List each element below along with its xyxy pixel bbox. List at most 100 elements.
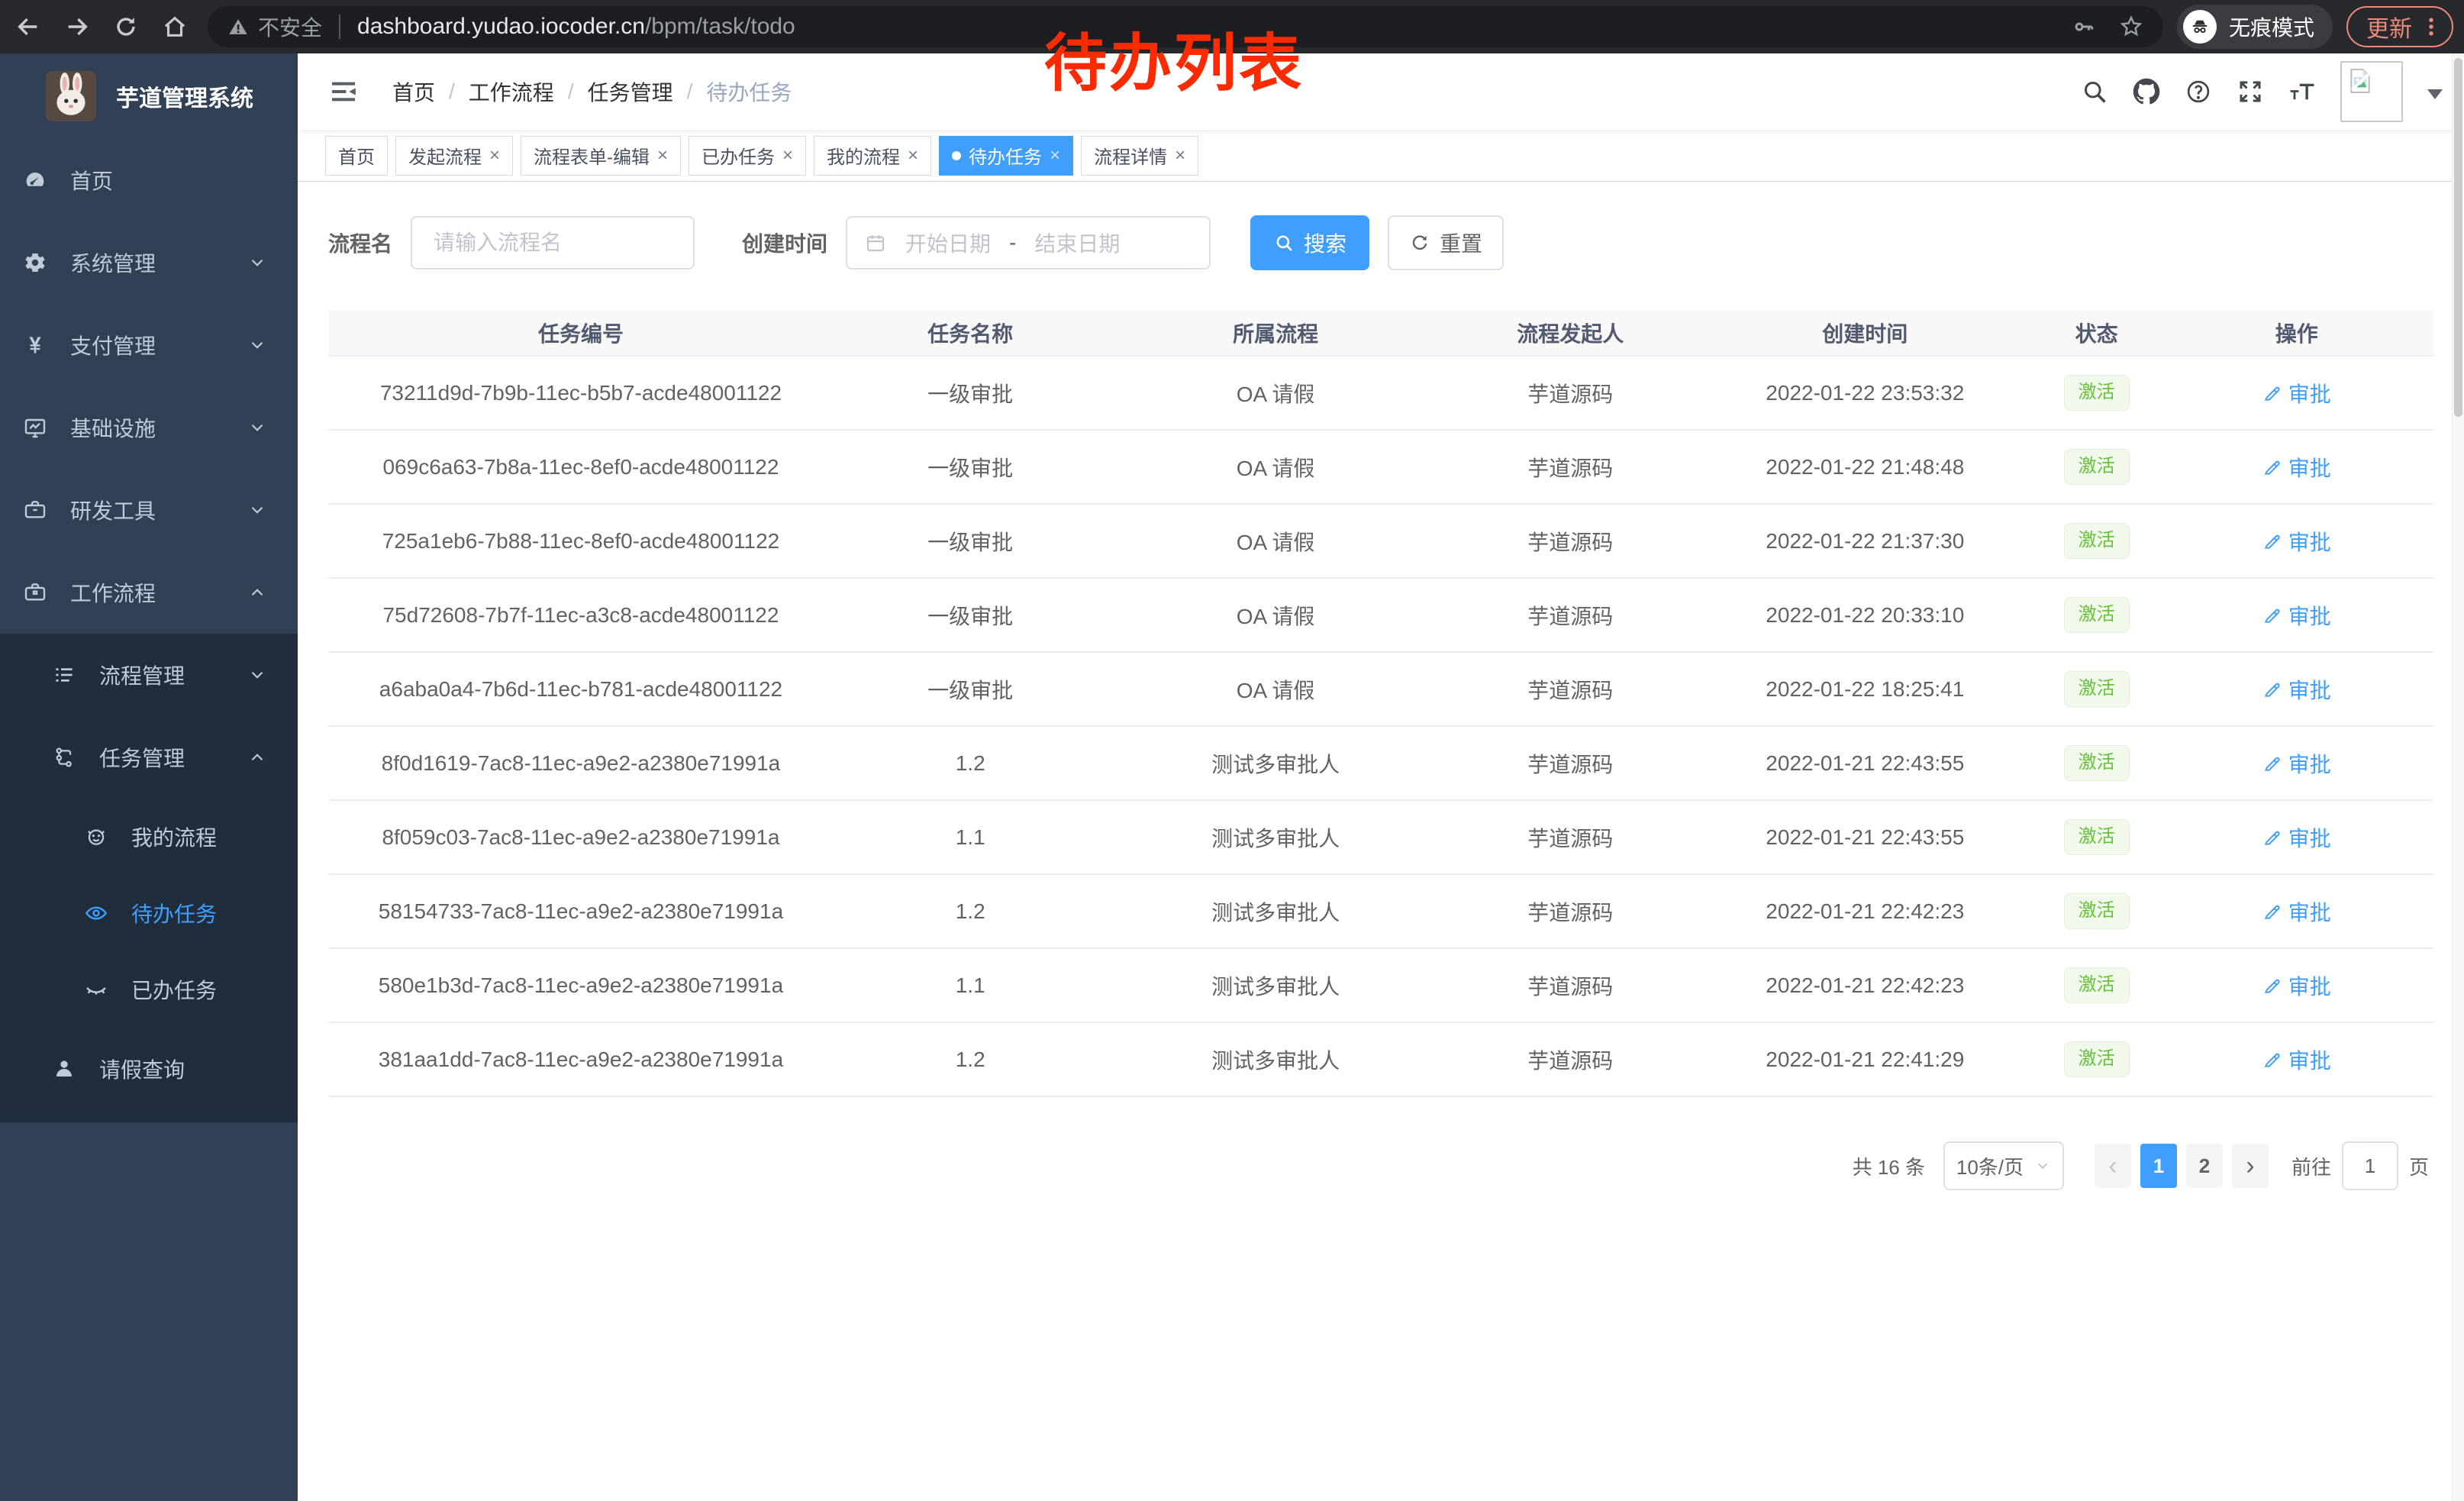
sidebar-item-flow-list[interactable]: 流程管理 xyxy=(0,634,298,716)
tab-close-icon[interactable]: × xyxy=(1050,147,1060,165)
scrollbar-thumb[interactable] xyxy=(2454,58,2462,417)
cell-created: 2022-01-22 18:25:41 xyxy=(1697,652,2033,726)
cell-process: 测试多审批人 xyxy=(1107,948,1443,1022)
tab-close-icon[interactable]: × xyxy=(657,147,668,165)
sidebar-item-eye[interactable]: 待办任务 xyxy=(0,875,298,951)
prev-page-button[interactable]: ‹ xyxy=(2095,1144,2131,1188)
table-row: 8f0d1619-7ac8-11ec-a9e2-a2380e71991a 1.2… xyxy=(328,726,2433,800)
approve-link[interactable]: 审批 xyxy=(2262,748,2331,779)
table-row: 58154733-7ac8-11ec-a9e2-a2380e71991a 1.2… xyxy=(328,874,2433,948)
goto-page-input[interactable] xyxy=(2342,1141,2398,1190)
avatar-caret-icon[interactable] xyxy=(2427,89,2443,107)
bookmark-star-icon[interactable] xyxy=(2119,15,2143,39)
search-icon[interactable] xyxy=(2081,78,2108,105)
cell-created: 2022-01-21 22:41:29 xyxy=(1697,1022,2033,1096)
sidebar-item-monitor[interactable]: 基础设施 xyxy=(0,386,298,469)
process-name-input[interactable] xyxy=(411,216,695,270)
logo-avatar xyxy=(46,71,96,121)
tab-5[interactable]: 我的流程 × xyxy=(814,136,931,176)
approve-link[interactable]: 审批 xyxy=(2262,600,2331,631)
sidebar-item-eye-closed[interactable]: 已办任务 xyxy=(0,951,298,1028)
approve-link[interactable]: 审批 xyxy=(2262,1044,2331,1075)
approve-link[interactable]: 审批 xyxy=(2262,452,2331,483)
cell-starter: 芋道源码 xyxy=(1444,504,1697,578)
breadcrumb-item[interactable]: 任务管理 xyxy=(588,76,673,107)
approve-link[interactable]: 审批 xyxy=(2262,674,2331,705)
page-button-2[interactable]: 2 xyxy=(2186,1144,2223,1188)
cell-process: 测试多审批人 xyxy=(1107,874,1443,948)
page-size-select[interactable]: 10条/页 xyxy=(1943,1141,2064,1190)
cell-task-id: 58154733-7ac8-11ec-a9e2-a2380e71991a xyxy=(328,874,834,948)
approve-link[interactable]: 审批 xyxy=(2262,896,2331,927)
sidebar-item-yen[interactable]: 支付管理 xyxy=(0,304,298,386)
status-badge: 激活 xyxy=(2064,523,2130,558)
sidebar-item-user[interactable]: 请假查询 xyxy=(0,1028,298,1110)
next-page-button[interactable]: › xyxy=(2232,1144,2269,1188)
sidebar-item-gear[interactable]: 系统管理 xyxy=(0,221,298,304)
hamburger-icon[interactable] xyxy=(328,76,359,107)
cell-starter: 芋道源码 xyxy=(1444,356,1697,430)
browser-menu-kebab-icon[interactable] xyxy=(2420,15,2443,38)
tab-close-icon[interactable]: × xyxy=(782,147,793,165)
sidebar-item-toolbox[interactable]: 研发工具 xyxy=(0,469,298,551)
tab-close-icon[interactable]: × xyxy=(489,147,500,165)
cell-process: OA 请假 xyxy=(1107,430,1443,504)
tab-close-icon[interactable]: × xyxy=(1175,147,1185,165)
search-button[interactable]: 搜索 xyxy=(1250,215,1369,270)
tab-7[interactable]: 流程详情 × xyxy=(1081,136,1198,176)
sidebar-item-task-tree[interactable]: 任务管理 xyxy=(0,716,298,799)
range-separator: - xyxy=(1009,231,1016,255)
back-icon[interactable] xyxy=(8,6,49,47)
app-logo[interactable]: 芋道管理系统 xyxy=(0,53,298,139)
end-date-placeholder: 结束日期 xyxy=(1034,228,1120,258)
update-button[interactable]: 更新 xyxy=(2346,6,2453,47)
tab-close-icon[interactable]: × xyxy=(908,147,918,165)
approve-link[interactable]: 审批 xyxy=(2262,526,2331,557)
cell-task-name: 1.2 xyxy=(834,726,1108,800)
total-count: 共 16 条 xyxy=(1853,1152,1925,1180)
reset-button[interactable]: 重置 xyxy=(1388,215,1504,270)
tab-3[interactable]: 流程表单-编辑 × xyxy=(521,136,681,176)
forward-icon[interactable] xyxy=(56,6,98,47)
scrollbar[interactable] xyxy=(2452,53,2464,1501)
sidebar-item-briefcase[interactable]: 工作流程 xyxy=(0,551,298,634)
reload-icon[interactable] xyxy=(105,6,147,47)
sidebar-item-dashboard[interactable]: 首页 xyxy=(0,139,298,221)
table-header-row: 任务编号任务名称所属流程流程发起人创建时间状态操作 xyxy=(328,310,2433,356)
breadcrumb-item[interactable]: 首页 xyxy=(392,76,435,107)
edit-pencil-icon xyxy=(2262,902,2282,922)
dashboard-icon xyxy=(20,168,50,192)
tab-2[interactable]: 发起流程 × xyxy=(395,136,513,176)
table-row: 580e1b3d-7ac8-11ec-a9e2-a2380e71991a 1.1… xyxy=(328,948,2433,1022)
github-icon[interactable] xyxy=(2133,78,2160,105)
search-icon xyxy=(1273,232,1295,253)
update-label: 更新 xyxy=(2366,10,2412,44)
chevron-icon xyxy=(247,253,267,273)
help-icon[interactable] xyxy=(2185,78,2212,105)
tab-1[interactable]: 首页 xyxy=(325,136,388,176)
column-header: 流程发起人 xyxy=(1444,310,1697,356)
tab-6[interactable]: 待办任务 × xyxy=(939,136,1073,176)
avatar[interactable] xyxy=(2340,61,2403,122)
cell-created: 2022-01-21 22:43:55 xyxy=(1697,726,2033,800)
sidebar-item-face[interactable]: 我的流程 xyxy=(0,799,298,875)
process-name-label: 流程名 xyxy=(328,228,392,258)
password-key-icon[interactable] xyxy=(2072,15,2096,39)
font-size-icon[interactable] xyxy=(2288,78,2316,105)
not-secure-warning-icon xyxy=(227,16,249,37)
breadcrumb-item[interactable]: 工作流程 xyxy=(469,76,554,107)
tab-4[interactable]: 已办任务 × xyxy=(689,136,806,176)
approve-link[interactable]: 审批 xyxy=(2262,378,2331,408)
cell-process: 测试多审批人 xyxy=(1107,726,1443,800)
date-range-picker[interactable]: 开始日期 - 结束日期 xyxy=(846,216,1211,270)
approve-link[interactable]: 审批 xyxy=(2262,822,2331,853)
home-icon[interactable] xyxy=(154,6,195,47)
table-row: 73211d9d-7b9b-11ec-b5b7-acde48001122 一级审… xyxy=(328,356,2433,430)
approve-link[interactable]: 审批 xyxy=(2262,970,2331,1001)
chevron-down-icon xyxy=(2034,1157,2051,1174)
page-unit-label: 页 xyxy=(2409,1152,2429,1180)
page-button-1[interactable]: 1 xyxy=(2140,1144,2177,1188)
url-domain: dashboard.yudao.iocoder.cn xyxy=(357,14,645,39)
status-badge: 激活 xyxy=(2064,967,2130,1002)
fullscreen-icon[interactable] xyxy=(2237,78,2264,105)
